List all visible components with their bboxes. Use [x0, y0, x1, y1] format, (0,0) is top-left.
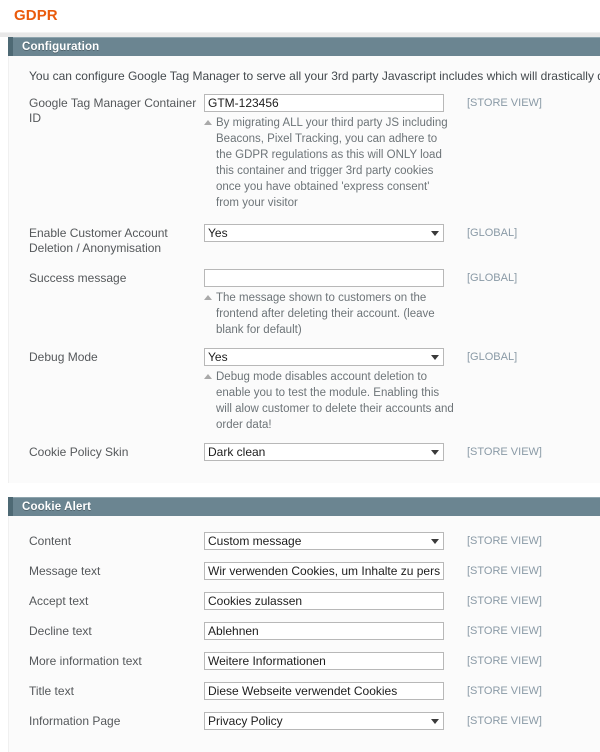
label-accept-text: Accept text — [29, 594, 89, 608]
chevron-down-icon — [431, 719, 439, 724]
scope-debug-mode: [GLOBAL] — [467, 351, 518, 363]
configuration-section-title: Configuration — [22, 40, 100, 53]
control-enable-deletion: Yes — [204, 224, 447, 242]
cookie-alert-section: Cookie Alert Content Custom message [STO… — [0, 497, 600, 752]
control-content: Custom message — [204, 532, 447, 550]
field-row-debug-mode: Debug Mode Yes Debug mode disables accou… — [9, 348, 600, 433]
control-debug-mode: Yes Debug mode disables account deletion… — [204, 348, 454, 433]
note-triangle-icon — [204, 374, 212, 379]
field-row-container-id: Google Tag Manager Container ID By migra… — [9, 94, 600, 211]
field-row-more-information-text: More information text [STORE VIEW] — [9, 652, 600, 676]
debug-mode-selected-value: Yes — [208, 350, 228, 364]
field-row-decline-text: Decline text [STORE VIEW] — [9, 622, 600, 646]
note-success-message: The message shown to customers on the fr… — [204, 290, 454, 338]
field-row-content: Content Custom message [STORE VIEW] — [9, 532, 600, 556]
control-success-message: The message shown to customers on the fr… — [204, 269, 447, 338]
scope-title-text: [STORE VIEW] — [467, 685, 542, 697]
control-title-text — [204, 682, 447, 700]
cookie-alert-section-title: Cookie Alert — [22, 500, 92, 513]
label-message-text: Message text — [29, 564, 101, 578]
scope-more-information-text: [STORE VIEW] — [467, 655, 542, 667]
configuration-section-header[interactable]: Configuration — [8, 37, 600, 56]
label-cookie-policy-skin: Cookie Policy Skin — [29, 445, 129, 459]
scope-accept-text: [STORE VIEW] — [467, 595, 542, 607]
field-row-information-page: Information Page Privacy Policy [STORE V… — [9, 712, 600, 736]
note-triangle-icon — [204, 120, 212, 125]
enable-deletion-select[interactable]: Yes — [204, 224, 444, 242]
label-debug-mode: Debug Mode — [29, 350, 98, 364]
field-row-enable-deletion: Enable Customer Account Deletion / Anony… — [9, 224, 600, 256]
success-message-input[interactable] — [204, 269, 444, 287]
message-text-input[interactable] — [204, 562, 444, 580]
chevron-down-icon — [431, 355, 439, 360]
chevron-down-icon — [431, 539, 439, 544]
label-success-message: Success message — [29, 271, 127, 285]
configuration-intro-text: You can configure Google Tag Manager to … — [29, 69, 600, 83]
label-title-text: Title text — [29, 684, 74, 698]
control-information-page: Privacy Policy — [204, 712, 447, 730]
scope-content: [STORE VIEW] — [467, 535, 542, 547]
section-separator — [0, 483, 600, 497]
scope-container-id: [STORE VIEW] — [467, 97, 542, 109]
note-success-message-text: The message shown to customers on the fr… — [216, 292, 435, 336]
field-row-message-text: Message text [STORE VIEW] — [9, 562, 600, 586]
content-selected-value: Custom message — [208, 534, 302, 548]
field-row-cookie-policy-skin: Cookie Policy Skin Dark clean [STORE VIE… — [9, 443, 600, 467]
control-message-text — [204, 562, 447, 580]
cookie-alert-section-header[interactable]: Cookie Alert — [8, 497, 600, 516]
cookie-alert-section-body: Content Custom message [STORE VIEW] Mess… — [8, 516, 600, 752]
configuration-section: Configuration You can configure Google T… — [0, 37, 600, 483]
scope-success-message: [GLOBAL] — [467, 272, 518, 284]
cookie-policy-skin-selected-value: Dark clean — [208, 445, 266, 459]
scope-decline-text: [STORE VIEW] — [467, 625, 542, 637]
chevron-down-icon — [431, 450, 439, 455]
field-row-success-message: Success message The message shown to cus… — [9, 269, 600, 338]
scope-message-text: [STORE VIEW] — [467, 565, 542, 577]
note-triangle-icon — [204, 295, 212, 300]
more-information-text-input[interactable] — [204, 652, 444, 670]
label-more-information-text: More information text — [29, 654, 142, 668]
label-decline-text: Decline text — [29, 624, 92, 638]
information-page-selected-value: Privacy Policy — [208, 714, 283, 728]
container-id-input[interactable] — [204, 94, 444, 112]
note-container-id: By migrating ALL your third party JS inc… — [204, 115, 454, 211]
page-header: GDPR — [0, 0, 600, 26]
label-container-id: Google Tag Manager Container ID — [29, 96, 197, 125]
label-content: Content — [29, 534, 72, 548]
label-enable-deletion: Enable Customer Account Deletion / Anony… — [29, 226, 168, 255]
accept-text-input[interactable] — [204, 592, 444, 610]
page-title: GDPR — [14, 7, 58, 24]
control-decline-text — [204, 622, 447, 640]
enable-deletion-selected-value: Yes — [208, 226, 228, 240]
chevron-down-icon — [431, 231, 439, 236]
note-debug-mode: Debug mode disables account deletion to … — [204, 369, 454, 433]
configuration-section-body: You can configure Google Tag Manager to … — [8, 56, 600, 483]
note-debug-mode-text: Debug mode disables account deletion to … — [216, 371, 454, 431]
information-page-select[interactable]: Privacy Policy — [204, 712, 444, 730]
content-select[interactable]: Custom message — [204, 532, 444, 550]
control-accept-text — [204, 592, 447, 610]
decline-text-input[interactable] — [204, 622, 444, 640]
field-row-title-text: Title text [STORE VIEW] — [9, 682, 600, 706]
field-row-accept-text: Accept text [STORE VIEW] — [9, 592, 600, 616]
label-information-page: Information Page — [29, 714, 121, 728]
title-text-input[interactable] — [204, 682, 444, 700]
control-cookie-policy-skin: Dark clean — [204, 443, 447, 461]
cookie-policy-skin-select[interactable]: Dark clean — [204, 443, 444, 461]
debug-mode-select[interactable]: Yes — [204, 348, 444, 366]
scope-enable-deletion: [GLOBAL] — [467, 227, 518, 239]
scope-cookie-policy-skin: [STORE VIEW] — [467, 446, 542, 458]
note-container-id-text: By migrating ALL your third party JS inc… — [216, 117, 448, 209]
control-container-id: By migrating ALL your third party JS inc… — [204, 94, 448, 211]
control-more-information-text — [204, 652, 447, 670]
scope-information-page: [STORE VIEW] — [467, 715, 542, 727]
